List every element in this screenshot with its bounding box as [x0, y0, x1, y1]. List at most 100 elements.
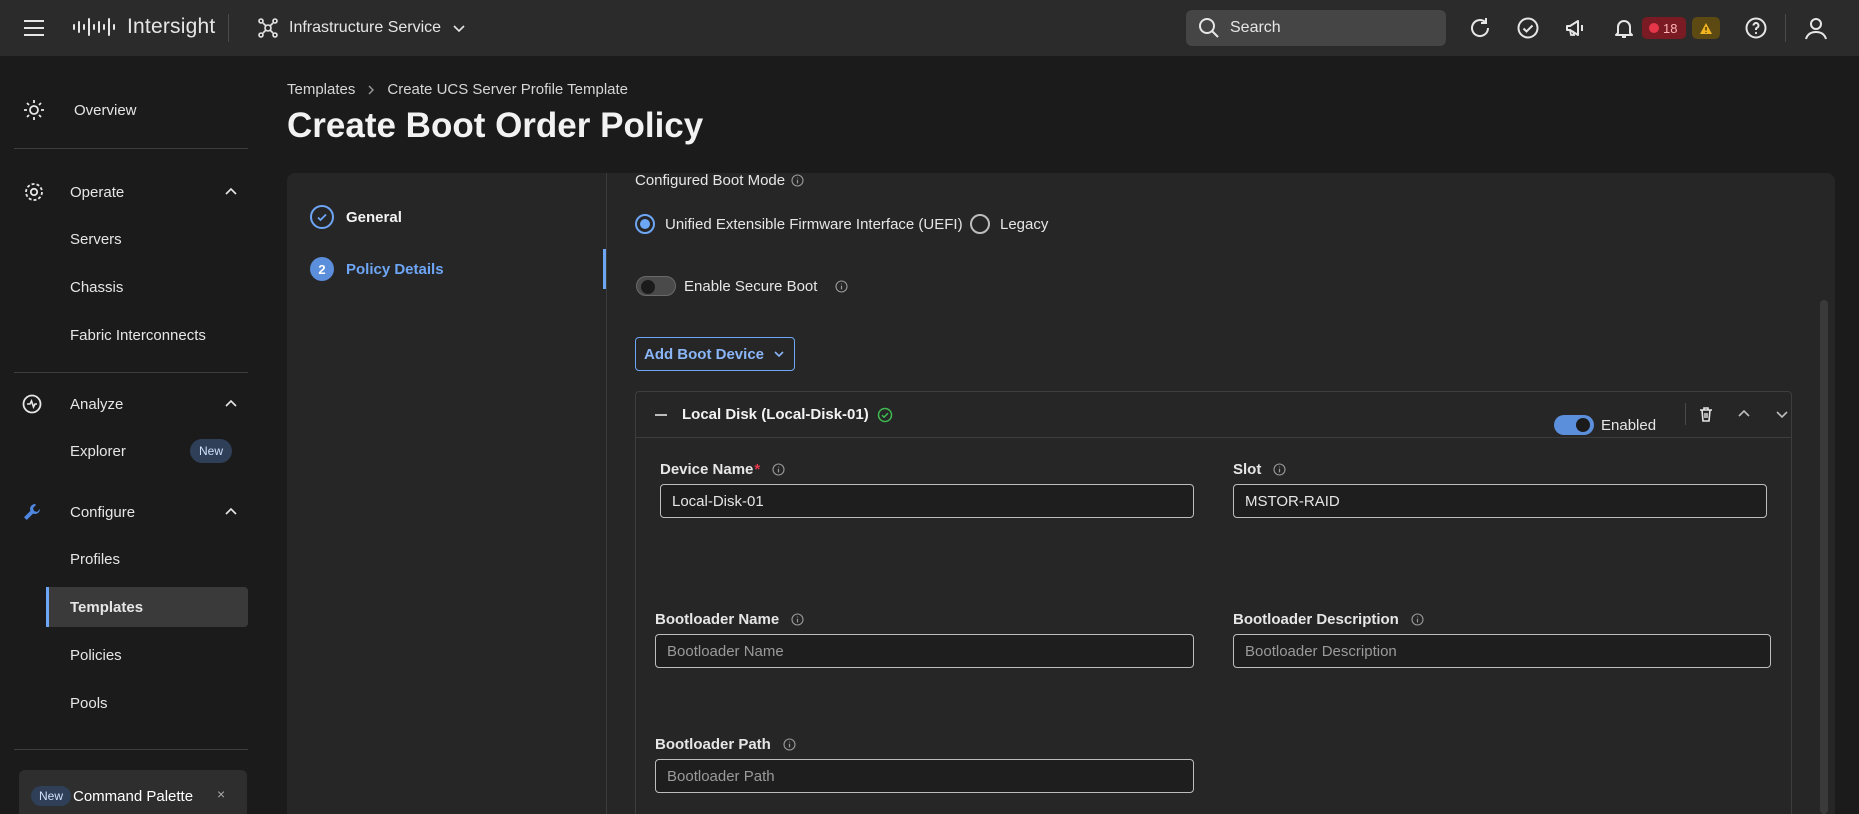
top-bar: Intersight Infrastructure Service Search…	[0, 0, 1859, 56]
device-name-label: Device Name *	[660, 461, 785, 478]
sidebar-item-label: Fabric Interconnects	[70, 326, 206, 344]
search-input[interactable]: Search	[1186, 10, 1446, 46]
critical-alarm-badge[interactable]: 18	[1642, 17, 1686, 39]
sidebar-group-operate[interactable]: Operate	[0, 172, 262, 212]
close-icon[interactable]: ×	[217, 786, 225, 802]
collapse-icon[interactable]	[655, 414, 667, 416]
chevron-up-icon	[225, 187, 237, 195]
user-profile-icon[interactable]	[1802, 14, 1830, 42]
radio-unselected-icon[interactable]	[970, 214, 990, 234]
sidebar-item-templates[interactable]: Templates	[46, 587, 248, 627]
device-enabled-toggle[interactable]	[1554, 415, 1594, 435]
boot-mode-uefi-option[interactable]: Unified Extensible Firmware Interface (U…	[635, 214, 963, 234]
info-icon[interactable]	[791, 613, 804, 626]
step-policy-details[interactable]: 2 Policy Details	[310, 257, 444, 281]
bootloader-name-input[interactable]	[655, 634, 1194, 668]
warning-alarm-badge[interactable]	[1692, 17, 1720, 39]
header-divider	[228, 14, 229, 42]
bootloader-description-label: Bootloader Description	[1233, 611, 1424, 628]
bootloader-name-label-text: Bootloader Name	[655, 611, 780, 628]
active-step-indicator	[603, 249, 606, 289]
step-general[interactable]: General	[310, 205, 402, 229]
requests-check-icon[interactable]	[1514, 14, 1542, 42]
info-icon[interactable]	[1411, 613, 1424, 626]
bootloader-description-input[interactable]	[1233, 634, 1771, 668]
sidebar-item-chassis[interactable]: Chassis	[46, 267, 248, 307]
app-name: Intersight	[127, 15, 216, 38]
sidebar: Overview Operate Servers Chassis Fabric …	[0, 56, 262, 814]
sidebar-item-policies[interactable]: Policies	[46, 635, 248, 675]
delete-trash-icon[interactable]	[1695, 403, 1717, 425]
chevron-up-icon	[225, 399, 237, 407]
search-placeholder: Search	[1230, 19, 1281, 36]
form-scrollbar[interactable]	[1820, 300, 1828, 814]
boot-mode-legacy-option[interactable]: Legacy	[970, 214, 1048, 234]
slot-input[interactable]	[1233, 484, 1767, 518]
bootloader-name-label: Bootloader Name	[655, 611, 804, 628]
boot-device-title: Local Disk (Local-Disk-01)	[682, 406, 893, 423]
slot-label-text: Slot	[1233, 461, 1262, 478]
help-icon[interactable]	[1742, 14, 1770, 42]
add-boot-device-button[interactable]: Add Boot Device	[635, 337, 795, 371]
overview-icon	[22, 98, 46, 122]
service-switcher[interactable]: Infrastructure Service	[257, 14, 467, 42]
menu-icon[interactable]	[22, 16, 48, 40]
info-icon[interactable]	[835, 280, 848, 293]
critical-alarm-count: 18	[1663, 20, 1678, 36]
sidebar-item-servers[interactable]: Servers	[46, 219, 248, 259]
cisco-logo-icon	[72, 16, 116, 40]
secure-boot-toggle[interactable]	[636, 276, 676, 296]
enabled-label: Enabled	[1601, 417, 1657, 434]
operate-gear-icon	[22, 180, 46, 204]
command-palette[interactable]: New Command Palette ×	[19, 770, 247, 814]
breadcrumb: Templates Create UCS Server Profile Temp…	[287, 81, 628, 98]
new-badge: New	[31, 786, 71, 806]
command-palette-label: Command Palette	[73, 788, 194, 805]
search-icon	[1199, 18, 1219, 38]
sidebar-item-fabric-interconnects[interactable]: Fabric Interconnects	[46, 315, 248, 355]
sidebar-item-label: Chassis	[70, 278, 124, 296]
sidebar-divider	[14, 749, 248, 750]
toggle-knob	[1576, 418, 1590, 432]
step-complete-check-icon	[310, 205, 334, 229]
sidebar-divider	[14, 372, 248, 373]
move-up-chevron-icon[interactable]	[1733, 403, 1755, 425]
secure-boot-label: Enable Secure Boot	[684, 278, 848, 295]
radio-selected-icon[interactable]	[635, 214, 655, 234]
boot-device-header: Local Disk (Local-Disk-01) Enabled	[636, 392, 1791, 438]
sidebar-item-overview[interactable]: Overview	[0, 90, 262, 130]
step-label: General	[346, 208, 402, 226]
refresh-icon[interactable]	[1466, 14, 1494, 42]
announcement-megaphone-icon[interactable]	[1562, 14, 1590, 42]
info-icon[interactable]	[783, 738, 796, 751]
service-network-icon	[258, 18, 278, 38]
sidebar-item-pools[interactable]: Pools	[46, 683, 248, 723]
step-number: 2	[310, 257, 334, 281]
info-icon[interactable]	[1273, 463, 1286, 476]
device-name-input[interactable]	[660, 484, 1194, 518]
sidebar-group-analyze[interactable]: Analyze	[0, 384, 262, 424]
radio-label: Unified Extensible Firmware Interface (U…	[665, 215, 963, 233]
bootloader-description-label-text: Bootloader Description	[1233, 611, 1399, 628]
info-icon[interactable]	[791, 174, 804, 187]
notifications-bell-icon[interactable]	[1610, 14, 1638, 42]
slot-label: Slot	[1233, 461, 1286, 478]
header-divider-right	[1785, 14, 1786, 42]
sidebar-item-label: Pools	[70, 694, 108, 712]
toggle-knob	[641, 280, 655, 294]
header-divider	[1685, 403, 1686, 425]
move-down-chevron-icon[interactable]	[1771, 403, 1793, 425]
secure-boot-label-text: Enable Secure Boot	[684, 278, 818, 295]
required-asterisk: *	[754, 461, 761, 478]
info-icon[interactable]	[772, 463, 785, 476]
boot-mode-label-text: Configured Boot Mode	[635, 172, 786, 189]
boot-device-title-text: Local Disk (Local-Disk-01)	[682, 406, 869, 423]
breadcrumb-create-template[interactable]: Create UCS Server Profile Template	[387, 81, 628, 98]
sidebar-group-label: Analyze	[70, 395, 124, 413]
bootloader-path-input[interactable]	[655, 759, 1194, 793]
breadcrumb-templates[interactable]: Templates	[287, 81, 355, 98]
sidebar-item-profiles[interactable]: Profiles	[46, 539, 248, 579]
configure-wrench-icon	[20, 500, 44, 524]
sidebar-group-configure[interactable]: Configure	[0, 492, 262, 532]
new-badge: New	[190, 439, 232, 463]
